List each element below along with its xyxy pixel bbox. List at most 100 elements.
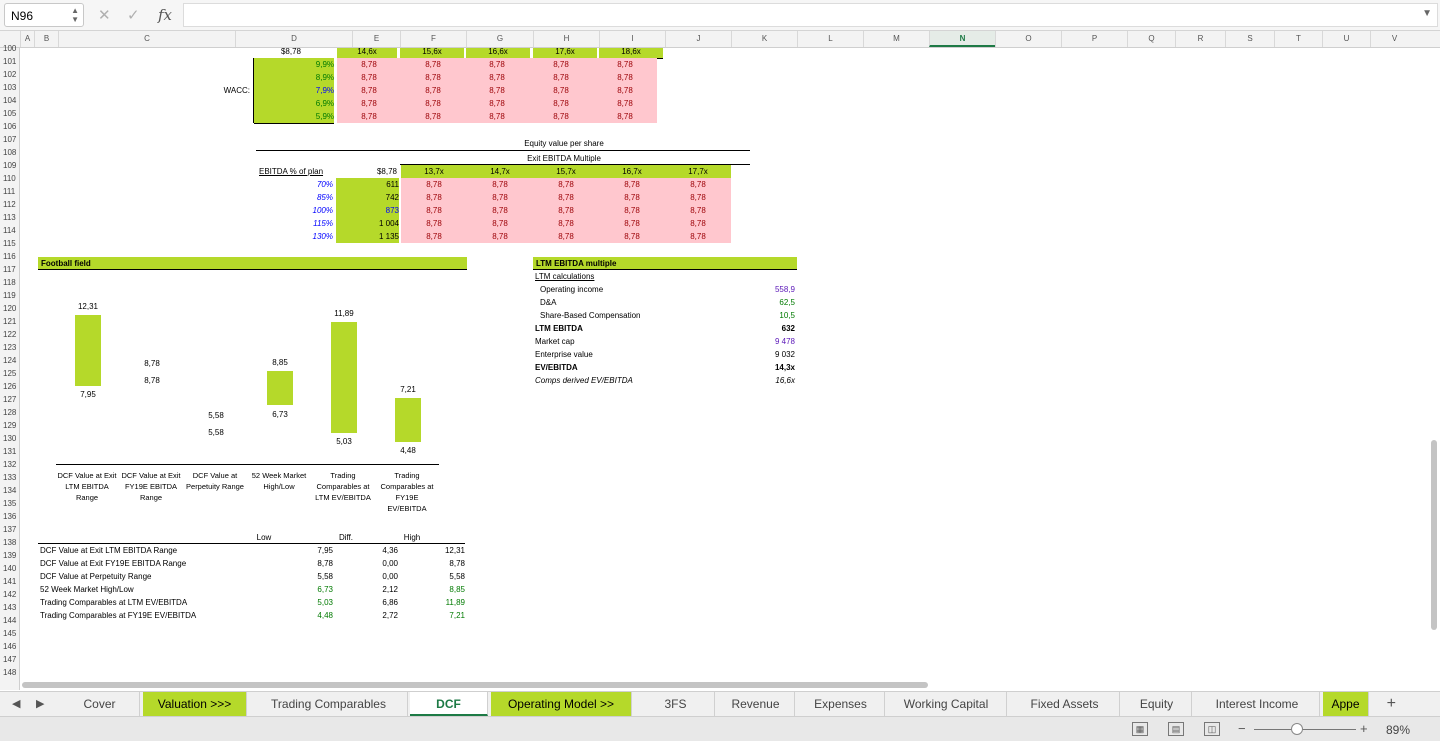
row-header-147[interactable]: 147: [0, 653, 20, 666]
tab-appe[interactable]: Appe: [1323, 692, 1369, 716]
row-header-145[interactable]: 145: [0, 627, 20, 640]
formula-input[interactable]: [183, 3, 1438, 27]
zoom-slider-handle[interactable]: [1291, 723, 1303, 735]
row-header-102[interactable]: 102: [0, 68, 20, 81]
row-header-101[interactable]: 101: [0, 55, 20, 68]
row-header-115[interactable]: 115: [0, 237, 20, 250]
tab-valuation[interactable]: Valuation >>>: [143, 692, 247, 716]
row-header-133[interactable]: 133: [0, 471, 20, 484]
tab-operating-model[interactable]: Operating Model >>: [491, 692, 632, 716]
row-header-112[interactable]: 112: [0, 198, 20, 211]
row-header-113[interactable]: 113: [0, 211, 20, 224]
row-header-117[interactable]: 117: [0, 263, 20, 276]
zoom-out-button[interactable]: −: [1238, 721, 1246, 736]
horizontal-scrollbar[interactable]: [22, 682, 928, 688]
row-header-124[interactable]: 124: [0, 354, 20, 367]
row-header-110[interactable]: 110: [0, 172, 20, 185]
row-header-105[interactable]: 105: [0, 107, 20, 120]
row-header-141[interactable]: 141: [0, 575, 20, 588]
column-header-e[interactable]: E: [352, 31, 400, 47]
column-header-a[interactable]: A: [20, 31, 34, 47]
row-header-143[interactable]: 143: [0, 601, 20, 614]
row-header-106[interactable]: 106: [0, 120, 20, 133]
column-header-q[interactable]: Q: [1127, 31, 1175, 47]
row-header-129[interactable]: 129: [0, 419, 20, 432]
column-header-l[interactable]: L: [797, 31, 863, 47]
enter-icon[interactable]: ✓: [127, 6, 140, 24]
column-header-k[interactable]: K: [731, 31, 797, 47]
zoom-slider[interactable]: [1254, 729, 1356, 730]
tab-working-capital[interactable]: Working Capital: [886, 692, 1007, 716]
column-header-b[interactable]: B: [34, 31, 58, 47]
prev-sheet-icon[interactable]: ◀: [12, 697, 20, 710]
row-header-146[interactable]: 146: [0, 640, 20, 653]
row-header-148[interactable]: 148: [0, 666, 20, 679]
row-header-119[interactable]: 119: [0, 289, 20, 302]
column-header-v[interactable]: V: [1370, 31, 1418, 47]
tab-revenue[interactable]: Revenue: [717, 692, 795, 716]
column-header-d[interactable]: D: [235, 31, 352, 47]
row-header-111[interactable]: 111: [0, 185, 20, 198]
row-header-103[interactable]: 103: [0, 81, 20, 94]
tab-expenses[interactable]: Expenses: [797, 692, 885, 716]
row-header-132[interactable]: 132: [0, 458, 20, 471]
row-header-128[interactable]: 128: [0, 406, 20, 419]
vertical-scrollbar[interactable]: [1431, 440, 1437, 630]
tab-3fs[interactable]: 3FS: [637, 692, 715, 716]
tab-dcf[interactable]: DCF: [410, 692, 488, 716]
column-header-r[interactable]: R: [1175, 31, 1225, 47]
row-header-100[interactable]: 100: [0, 42, 20, 55]
row-header-137[interactable]: 137: [0, 523, 20, 536]
column-header-s[interactable]: S: [1225, 31, 1274, 47]
add-sheet-button[interactable]: +: [1387, 695, 1396, 713]
column-header-c[interactable]: C: [58, 31, 235, 47]
row-header-127[interactable]: 127: [0, 393, 20, 406]
tab-cover[interactable]: Cover: [60, 692, 140, 716]
row-header-144[interactable]: 144: [0, 614, 20, 627]
name-box[interactable]: N96 ▲ ▼: [4, 3, 84, 27]
column-header-j[interactable]: J: [665, 31, 731, 47]
cancel-icon[interactable]: ✕: [98, 6, 111, 24]
column-header-g[interactable]: G: [466, 31, 533, 47]
row-header-121[interactable]: 121: [0, 315, 20, 328]
column-header-f[interactable]: F: [400, 31, 466, 47]
row-header-131[interactable]: 131: [0, 445, 20, 458]
row-header-125[interactable]: 125: [0, 367, 20, 380]
tab-equity[interactable]: Equity: [1122, 692, 1192, 716]
row-header-120[interactable]: 120: [0, 302, 20, 315]
row-header-140[interactable]: 140: [0, 562, 20, 575]
row-header-122[interactable]: 122: [0, 328, 20, 341]
row-header-104[interactable]: 104: [0, 94, 20, 107]
column-header-p[interactable]: P: [1061, 31, 1127, 47]
column-header-o[interactable]: O: [995, 31, 1061, 47]
column-header-u[interactable]: U: [1322, 31, 1370, 47]
page-break-view-icon[interactable]: ◫: [1204, 722, 1220, 736]
column-header-m[interactable]: M: [863, 31, 929, 47]
column-header-h[interactable]: H: [533, 31, 599, 47]
sheet-grid[interactable]: $8,78 14,6x 15,6x 16,6x 17,6x 18,6x WACC: 9,9% 8…: [21, 48, 1431, 683]
name-box-stepper-icon[interactable]: ▲ ▼: [71, 6, 79, 24]
fx-icon[interactable]: fx: [158, 6, 172, 24]
row-header-118[interactable]: 118: [0, 276, 20, 289]
row-header-126[interactable]: 126: [0, 380, 20, 393]
row-header-114[interactable]: 114: [0, 224, 20, 237]
column-header-i[interactable]: I: [599, 31, 665, 47]
zoom-in-button[interactable]: +: [1360, 721, 1368, 736]
row-header-130[interactable]: 130: [0, 432, 20, 445]
normal-view-icon[interactable]: ▦: [1132, 722, 1148, 736]
chevron-down-icon[interactable]: ▼: [1422, 8, 1432, 19]
row-header-135[interactable]: 135: [0, 497, 20, 510]
page-layout-view-icon[interactable]: ▤: [1168, 722, 1184, 736]
row-header-138[interactable]: 138: [0, 536, 20, 549]
next-sheet-icon[interactable]: ▶: [36, 697, 44, 710]
column-header-t[interactable]: T: [1274, 31, 1322, 47]
column-header-n[interactable]: N: [929, 31, 995, 47]
row-header-139[interactable]: 139: [0, 549, 20, 562]
row-header-109[interactable]: 109: [0, 159, 20, 172]
row-header-142[interactable]: 142: [0, 588, 20, 601]
row-header-107[interactable]: 107: [0, 133, 20, 146]
tab-interest-income[interactable]: Interest Income: [1195, 692, 1320, 716]
tab-trading-comparables[interactable]: Trading Comparables: [250, 692, 408, 716]
tab-fixed-assets[interactable]: Fixed Assets: [1010, 692, 1120, 716]
row-header-116[interactable]: 116: [0, 250, 20, 263]
